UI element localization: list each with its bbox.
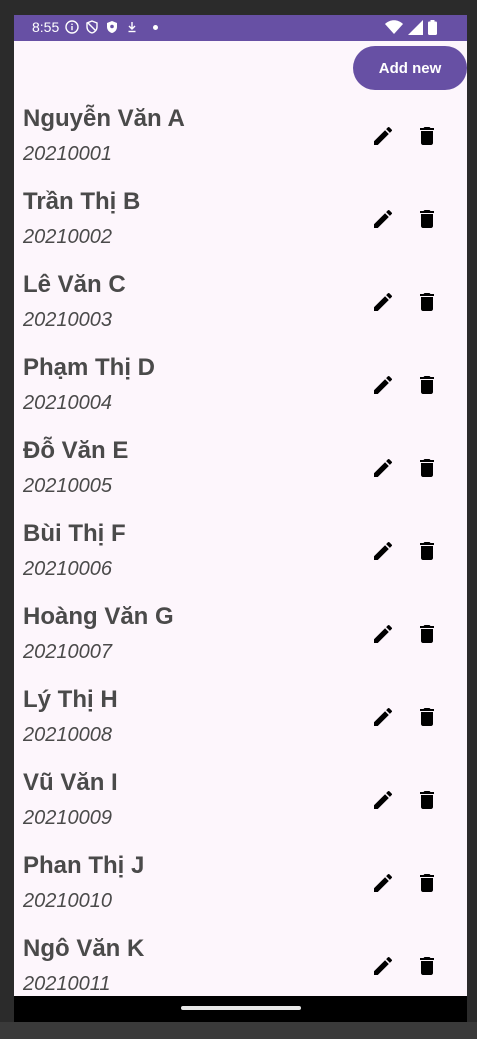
edit-button[interactable] <box>368 868 398 898</box>
edit-button[interactable] <box>368 951 398 981</box>
student-id: 20210011 <box>23 973 111 995</box>
delete-button[interactable] <box>412 619 442 649</box>
pencil-icon <box>374 458 393 477</box>
signal-icon <box>408 20 423 35</box>
student-id: 20210006 <box>23 558 112 580</box>
edit-button[interactable] <box>368 619 398 649</box>
delete-button[interactable] <box>412 121 442 151</box>
wifi-icon <box>385 20 403 34</box>
student-id: 20210002 <box>23 226 112 248</box>
student-name: Lê Văn C <box>23 271 126 298</box>
pencil-icon <box>374 873 393 892</box>
student-name: Đỗ Văn E <box>23 437 129 464</box>
pencil-icon <box>374 624 393 643</box>
student-row[interactable]: Đỗ Văn E 20210005 <box>14 433 467 516</box>
trash-icon <box>420 625 434 643</box>
delete-button[interactable] <box>412 702 442 732</box>
student-row[interactable]: Vũ Văn I 20210009 <box>14 765 467 848</box>
status-right <box>385 20 437 35</box>
download-icon <box>128 22 136 33</box>
shield-filled-icon <box>107 21 118 33</box>
battery-icon <box>428 20 437 35</box>
student-id: 20210008 <box>23 724 112 746</box>
trash-icon <box>420 874 434 892</box>
student-row[interactable]: Hoàng Văn G 20210007 <box>14 599 467 682</box>
trash-icon <box>420 127 434 145</box>
home-gesture-handle[interactable] <box>181 1006 301 1010</box>
student-id: 20210010 <box>23 890 112 912</box>
trash-icon <box>420 708 434 726</box>
student-name: Phan Thị J <box>23 852 145 879</box>
student-name: Ngô Văn K <box>23 935 145 962</box>
trash-icon <box>420 459 434 477</box>
pencil-icon <box>374 375 393 394</box>
phone-frame: 8:55 Add new Nguyễn Văn A 20210001 Trần … <box>14 15 467 1023</box>
student-row[interactable]: Phan Thị J 20210010 <box>14 848 467 931</box>
info-icon <box>65 20 79 34</box>
student-name: Trần Thị B <box>23 188 141 215</box>
delete-button[interactable] <box>412 785 442 815</box>
delete-button[interactable] <box>412 536 442 566</box>
trash-icon <box>420 210 434 228</box>
delete-button[interactable] <box>412 453 442 483</box>
edit-button[interactable] <box>368 287 398 317</box>
delete-button[interactable] <box>412 370 442 400</box>
student-row[interactable]: Trần Thị B 20210002 <box>14 184 467 267</box>
student-row[interactable]: Lê Văn C 20210003 <box>14 267 467 350</box>
pencil-icon <box>374 126 393 145</box>
edit-button[interactable] <box>368 536 398 566</box>
edit-button[interactable] <box>368 785 398 815</box>
student-row[interactable]: Lý Thị H 20210008 <box>14 682 467 765</box>
student-name: Nguyễn Văn A <box>23 105 185 132</box>
student-row[interactable]: Nguyễn Văn A 20210001 <box>14 101 467 184</box>
delete-button[interactable] <box>412 204 442 234</box>
navigation-bar <box>14 996 467 1023</box>
notification-dot-icon <box>153 24 159 30</box>
edit-button[interactable] <box>368 453 398 483</box>
student-row[interactable]: Bùi Thị F 20210006 <box>14 516 467 599</box>
edit-button[interactable] <box>368 702 398 732</box>
student-name: Hoàng Văn G <box>23 603 174 630</box>
student-name: Lý Thị H <box>23 686 118 713</box>
delete-button[interactable] <box>412 951 442 981</box>
edit-button[interactable] <box>368 121 398 151</box>
status-left: 8:55 <box>32 19 159 35</box>
pencil-icon <box>374 209 393 228</box>
shield-icon <box>86 20 98 34</box>
trash-icon <box>420 542 434 560</box>
student-id: 20210001 <box>23 143 112 165</box>
trash-icon <box>420 957 434 975</box>
pencil-icon <box>374 292 393 311</box>
student-name: Phạm Thị D <box>23 354 156 381</box>
edit-button[interactable] <box>368 370 398 400</box>
desktop-bottom-strip <box>0 1022 477 1039</box>
student-list: Nguyễn Văn A 20210001 Trần Thị B 20210002 Lê… <box>14 101 467 996</box>
student-id: 20210005 <box>23 475 112 497</box>
pencil-icon <box>374 956 393 975</box>
student-list-screen: Add new Nguyễn Văn A 20210001 Trần Thị B 20… <box>14 41 467 996</box>
status-bar: 8:55 <box>14 15 467 41</box>
edit-button[interactable] <box>368 204 398 234</box>
student-id: 20210004 <box>23 392 112 414</box>
trash-icon <box>420 791 434 809</box>
trash-icon <box>420 376 434 394</box>
student-id: 20210009 <box>23 807 112 829</box>
pencil-icon <box>374 541 393 560</box>
student-id: 20210003 <box>23 309 112 331</box>
student-id: 20210007 <box>23 641 112 663</box>
desktop-top-strip <box>0 0 477 15</box>
student-name: Vũ Văn I <box>23 769 118 796</box>
student-row[interactable]: Ngô Văn K 20210011 <box>14 931 467 996</box>
add-new-button[interactable]: Add new <box>353 46 467 90</box>
pencil-icon <box>374 707 393 726</box>
delete-button[interactable] <box>412 287 442 317</box>
pencil-icon <box>374 790 393 809</box>
status-time: 8:55 <box>32 19 60 35</box>
delete-button[interactable] <box>412 868 442 898</box>
trash-icon <box>420 293 434 311</box>
student-row[interactable]: Phạm Thị D 20210004 <box>14 350 467 433</box>
student-name: Bùi Thị F <box>23 520 126 547</box>
